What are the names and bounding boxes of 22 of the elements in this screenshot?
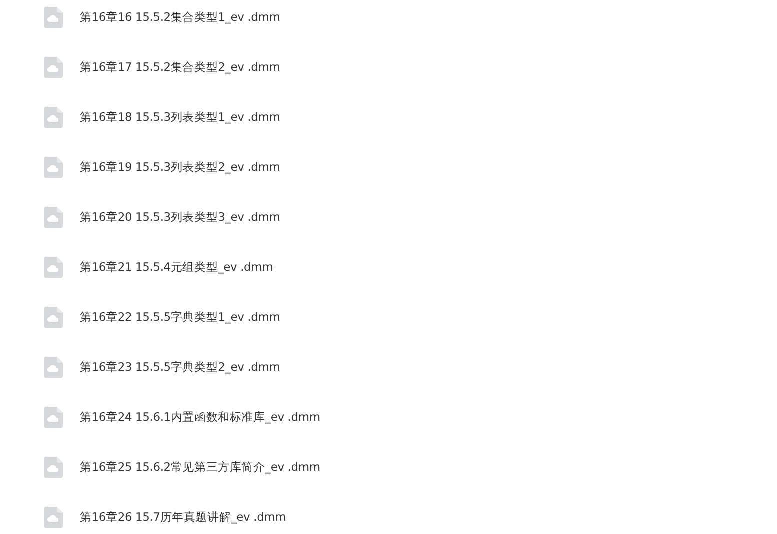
file-name[interactable]: 第16章17 15.5.2集合类型2_ev .dmm [80,60,280,74]
file-name[interactable]: 第16章20 15.5.3列表类型3_ev .dmm [80,210,280,224]
file-name[interactable]: 第16章25 15.6.2常见第三方库简介_ev .dmm [80,460,320,474]
file-name[interactable]: 第16章24 15.6.1内置函数和标准库_ev .dmm [80,410,320,424]
file-name[interactable]: 第16章26 15.7历年真题讲解_ev .dmm [80,510,286,524]
cloud-file-icon [44,306,63,328]
file-name[interactable]: 第16章23 15.5.5字典类型2_ev .dmm [80,360,280,374]
cloud-file-icon [44,206,63,228]
cloud-file-icon [44,256,63,278]
cloud-file-icon [44,156,63,178]
cloud-file-icon [44,6,63,28]
file-name[interactable]: 第16章18 15.5.3列表类型1_ev .dmm [80,110,280,124]
cloud-file-icon [44,506,63,528]
cloud-file-icon [44,56,63,78]
file-name[interactable]: 第16章21 15.5.4元组类型_ev .dmm [80,260,274,274]
cloud-file-icon [44,456,63,478]
file-name[interactable]: 第16章16 15.5.2集合类型1_ev .dmm [80,10,280,24]
file-name[interactable]: 第16章19 15.5.3列表类型2_ev .dmm [80,160,280,174]
cloud-file-icon [44,356,63,378]
cloud-file-icon [44,106,63,128]
cloud-file-icon [44,406,63,428]
file-name[interactable]: 第16章22 15.5.5字典类型1_ev .dmm [80,310,280,324]
